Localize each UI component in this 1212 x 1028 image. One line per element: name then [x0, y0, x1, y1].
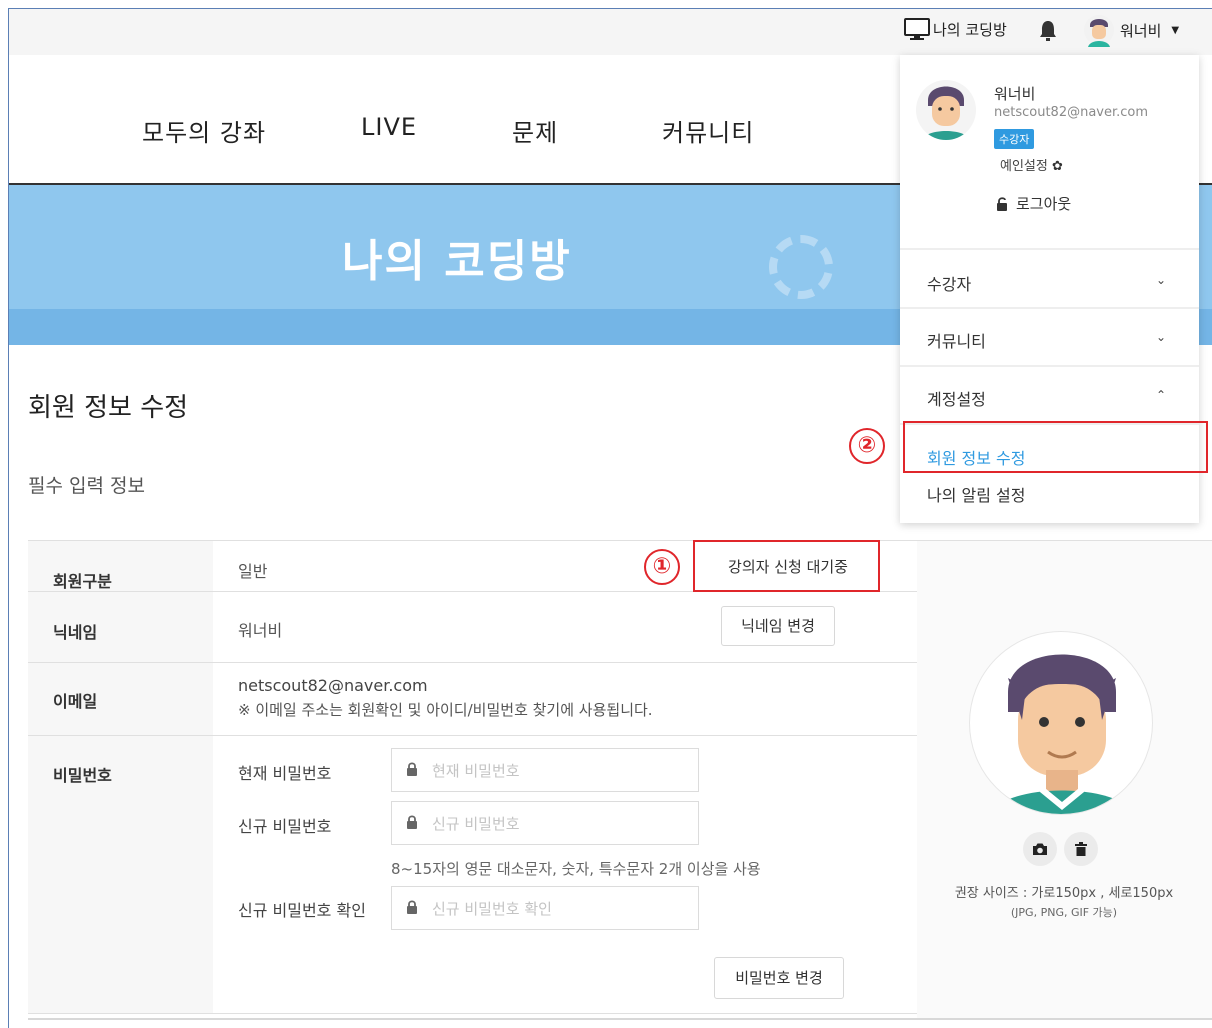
new-password-placeholder: 신규 비밀번호	[432, 814, 520, 833]
image-size-note: 권장 사이즈 : 가로150px , 세로150px	[954, 886, 1174, 901]
chevron-down-icon: ⌄	[1156, 273, 1167, 287]
dropdown-divider	[900, 307, 1199, 309]
current-password-label: 현재 비밀번호	[238, 764, 332, 783]
change-password-button[interactable]: 비밀번호 변경	[714, 957, 844, 999]
user-menu-toggle[interactable]: 워너비 ▼	[1084, 13, 1179, 47]
confirm-password-input[interactable]: 신규 비밀번호 확인	[391, 886, 699, 930]
profile-avatar	[969, 631, 1153, 815]
confirm-password-placeholder: 신규 비밀번호 확인	[432, 899, 552, 918]
utility-bar: 나의 코딩방 워너비 ▼	[9, 9, 1212, 55]
password-label: 비밀번호	[53, 766, 112, 785]
section-title: 필수 입력 정보	[28, 475, 145, 497]
nav-all-courses[interactable]: 모두의 강좌	[142, 113, 266, 148]
lock-icon	[406, 814, 418, 833]
caret-down-icon: ▼	[1171, 24, 1180, 36]
member-type-value: 일반	[238, 562, 268, 581]
row-nickname: 닉네임 워너비 닉네임 변경	[28, 591, 917, 662]
new-password-label: 신규 비밀번호	[238, 817, 332, 836]
user-avatar-icon	[1084, 15, 1114, 47]
confirm-password-label: 신규 비밀번호 확인	[238, 901, 366, 920]
nav-live[interactable]: LIVE	[361, 113, 417, 141]
form-bottom-divider	[28, 1018, 1212, 1020]
dropdown-divider	[900, 365, 1199, 367]
my-coding-room-link[interactable]: 나의 코딩방	[904, 17, 1007, 41]
role-badge: 수강자	[994, 129, 1035, 149]
my-coding-room-label: 나의 코딩방	[933, 20, 1007, 39]
member-info-form: 회원구분 일반 강의자 신청 대기중 닉네임 워너비 닉네임 변경 이메일 ne…	[28, 540, 917, 1014]
gear-decoration-icon	[769, 235, 833, 299]
browser-frame: 나의 코딩방 워너비 ▼ 모두의 강좌 LIVE 문제 커뮤니티 나의 코딩방 …	[8, 8, 1212, 1028]
preferences-link[interactable]: 예인설정 ✿	[1000, 155, 1063, 174]
dropdown-user-name: 워너비	[994, 85, 1036, 103]
password-rule-text: 8~15자의 영문 대소문자, 숫자, 특수문자 2개 이상을 사용	[391, 860, 761, 878]
email-value: netscout82@naver.com	[238, 676, 428, 695]
dropdown-avatar	[916, 80, 976, 140]
dropdown-divider	[900, 248, 1199, 250]
nav-problems[interactable]: 문제	[512, 113, 558, 148]
email-label-cell: 이메일	[28, 663, 213, 735]
camera-icon[interactable]	[1023, 832, 1057, 866]
nickname-value: 워너비	[238, 621, 283, 640]
annotation-highlight-2	[903, 421, 1208, 473]
section-student-label: 수강자	[927, 275, 972, 294]
current-password-input[interactable]: 현재 비밀번호	[391, 748, 699, 792]
email-note: ※ 이메일 주소는 회원확인 및 아이디/비밀번호 찾기에 사용됩니다.	[238, 701, 653, 719]
row-email: 이메일 netscout82@naver.com ※ 이메일 주소는 회원확인 …	[28, 662, 917, 735]
chevron-up-icon: ⌃	[1156, 388, 1167, 402]
row-password: 비밀번호 현재 비밀번호 현재 비밀번호 신규 비밀번호 신규 비밀번호 8~1…	[28, 735, 917, 1014]
lock-icon	[406, 761, 418, 780]
new-password-input[interactable]: 신규 비밀번호	[391, 801, 699, 845]
banner-title: 나의 코딩방	[342, 236, 572, 287]
nickname-label-cell: 닉네임	[28, 592, 213, 662]
annotation-number-1: ①	[644, 549, 680, 585]
preferences-label: 예인설정	[1000, 159, 1048, 174]
change-nickname-button[interactable]: 닉네임 변경	[721, 606, 835, 646]
page-title: 회원 정보 수정	[28, 393, 189, 423]
logout-link[interactable]: 로그아웃	[996, 193, 1071, 214]
nickname-label: 닉네임	[53, 623, 98, 642]
annotation-number-2: ②	[849, 428, 885, 464]
unlock-icon	[997, 196, 1007, 211]
section-account-label: 계정설정	[927, 390, 986, 409]
menu-notification-settings[interactable]: 나의 알림 설정	[927, 482, 1026, 506]
current-password-placeholder: 현재 비밀번호	[432, 761, 520, 780]
nav-community[interactable]: 커뮤니티	[662, 113, 754, 148]
email-label: 이메일	[53, 692, 98, 711]
logout-label: 로그아웃	[1016, 195, 1072, 213]
trash-icon[interactable]	[1064, 832, 1098, 866]
dropdown-user-email: netscout82@naver.com	[994, 105, 1149, 120]
monitor-icon	[904, 18, 930, 40]
settings-icon: ✿	[1051, 159, 1063, 174]
annotation-highlight-1	[693, 540, 880, 592]
image-format-note: (JPG, PNG, GIF 가능)	[1010, 906, 1118, 919]
section-community-label: 커뮤니티	[927, 332, 986, 351]
password-label-cell: 비밀번호	[28, 736, 213, 1013]
lock-icon	[406, 899, 418, 918]
member-type-label: 회원구분	[53, 572, 112, 591]
chevron-down-icon: ⌄	[1156, 330, 1167, 344]
user-name: 워너비	[1120, 21, 1162, 40]
member-type-label-cell: 회원구분	[28, 541, 213, 591]
notification-bell-icon[interactable]	[1038, 19, 1058, 47]
